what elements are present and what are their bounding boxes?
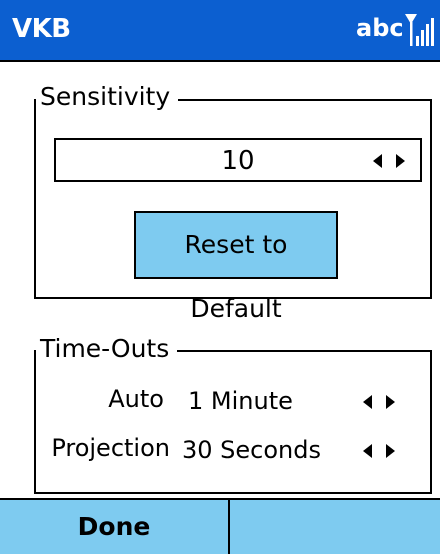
sensitivity-value: 10 xyxy=(221,146,255,176)
title-bar: VKB abc xyxy=(0,0,440,62)
timeouts-group xyxy=(34,350,432,494)
right-softkey[interactable] xyxy=(232,500,440,554)
projection-timeout-label: Projection xyxy=(51,434,170,462)
auto-timeout-value[interactable]: 1 Minute xyxy=(188,386,293,416)
input-mode-indicator[interactable]: abc xyxy=(356,14,404,42)
window-title: VKB xyxy=(12,14,71,44)
projection-timeout-increase-arrow-icon[interactable] xyxy=(382,439,398,463)
sensitivity-decrease-arrow-icon[interactable] xyxy=(370,149,386,173)
reset-to-default-button[interactable]: Reset to Default xyxy=(134,211,338,323)
settings-screen: VKB abc Sensitivity 10 Reset to Default … xyxy=(0,0,440,554)
done-softkey[interactable]: Done xyxy=(0,500,230,554)
sensitivity-spinner[interactable]: 10 xyxy=(54,138,422,182)
projection-timeout-value[interactable]: 30 Seconds xyxy=(182,435,321,465)
signal-strength-icon xyxy=(404,12,434,48)
auto-timeout-label: Auto xyxy=(108,385,164,413)
auto-timeout-decrease-arrow-icon[interactable] xyxy=(360,390,376,414)
projection-timeout-decrease-arrow-icon[interactable] xyxy=(360,439,376,463)
softkey-bar: Done xyxy=(0,498,440,554)
auto-timeout-increase-arrow-icon[interactable] xyxy=(382,390,398,414)
timeouts-legend: Time-Outs xyxy=(36,334,178,364)
done-softkey-label: Done xyxy=(77,512,151,541)
projection-timeout-arrows xyxy=(360,439,400,463)
sensitivity-legend: Sensitivity xyxy=(36,82,179,112)
sensitivity-increase-arrow-icon[interactable] xyxy=(392,149,408,173)
auto-timeout-arrows xyxy=(360,390,400,414)
sensitivity-arrows xyxy=(370,149,410,173)
